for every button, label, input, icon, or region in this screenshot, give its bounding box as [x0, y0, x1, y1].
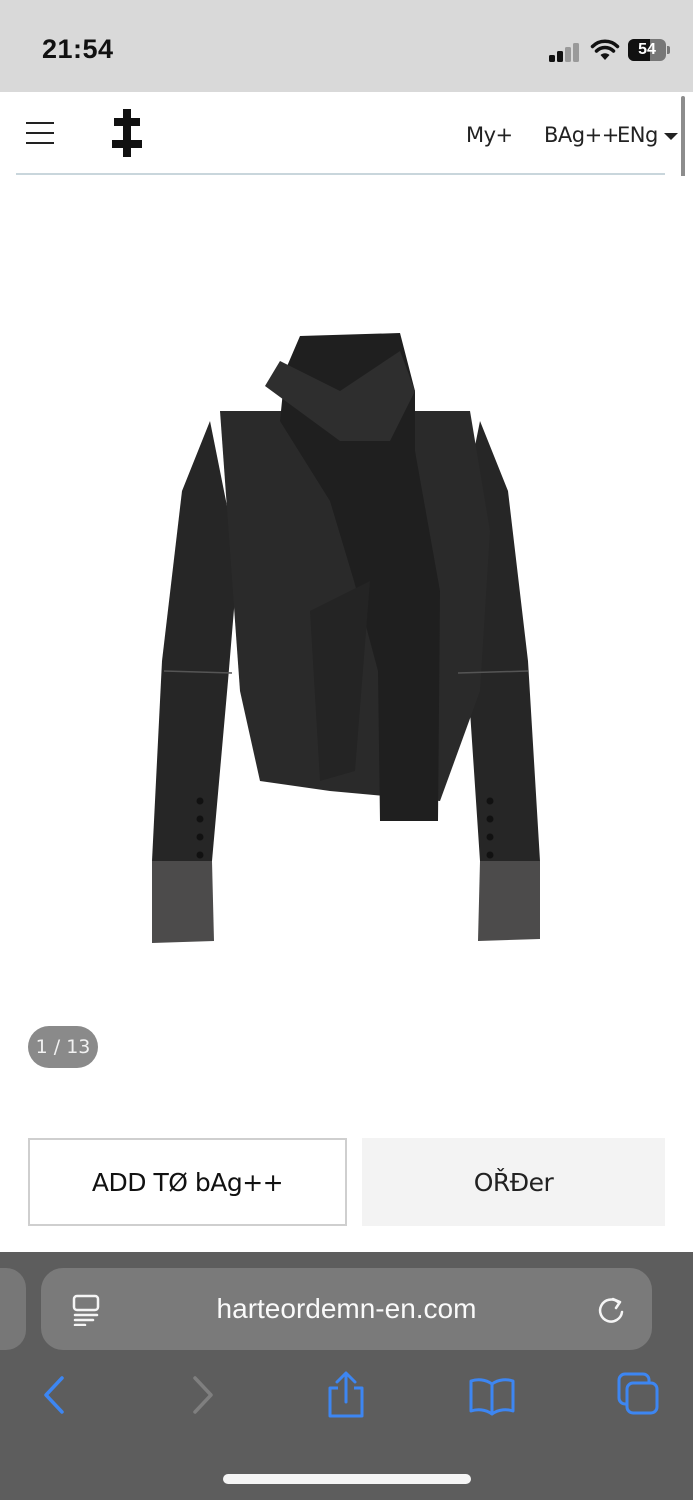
nav-bag[interactable]: BAg++: [544, 123, 619, 147]
brand-logo[interactable]: [112, 109, 142, 157]
order-button[interactable]: OŘĐer: [362, 1138, 665, 1226]
battery-cap: [667, 46, 670, 54]
battery-icon: 54: [628, 39, 666, 61]
image-counter-badge: 1 / 13: [28, 1026, 98, 1068]
home-indicator: [223, 1474, 471, 1484]
cellular-signal-icon: [549, 42, 581, 62]
hamburger-menu-icon[interactable]: [26, 122, 54, 144]
reload-icon[interactable]: [594, 1293, 628, 1327]
status-bar: 21:54 54: [0, 0, 693, 92]
product-image-jacket: [152, 333, 540, 943]
status-time: 21:54: [42, 34, 114, 64]
browser-bottom-bar: harteordemn-en.com: [0, 1252, 693, 1500]
bookmarks-icon[interactable]: [467, 1370, 517, 1420]
battery-percent: 54: [638, 41, 656, 58]
add-to-bag-button[interactable]: ADD TØ bAg++: [28, 1138, 347, 1226]
product-image-gallery[interactable]: 1 / 13: [0, 176, 693, 1120]
address-bar[interactable]: harteordemn-en.com: [41, 1268, 652, 1350]
product-action-bar: ADD TØ bAg++ OŘĐer: [0, 1120, 693, 1252]
back-icon[interactable]: [29, 1370, 79, 1420]
header-divider: [16, 173, 665, 175]
share-icon[interactable]: [321, 1370, 371, 1420]
nav-my-account[interactable]: My+: [466, 123, 513, 147]
wifi-icon: [590, 39, 620, 60]
forward-icon[interactable]: [178, 1370, 228, 1420]
tabs-icon[interactable]: [613, 1370, 663, 1420]
previous-tab-peek[interactable]: [0, 1268, 26, 1350]
url-text[interactable]: harteordemn-en.com: [41, 1268, 652, 1350]
site-header: My+ BAg++ ENg: [0, 92, 693, 176]
language-selector[interactable]: ENg: [617, 123, 658, 147]
chevron-down-icon[interactable]: [664, 133, 678, 140]
